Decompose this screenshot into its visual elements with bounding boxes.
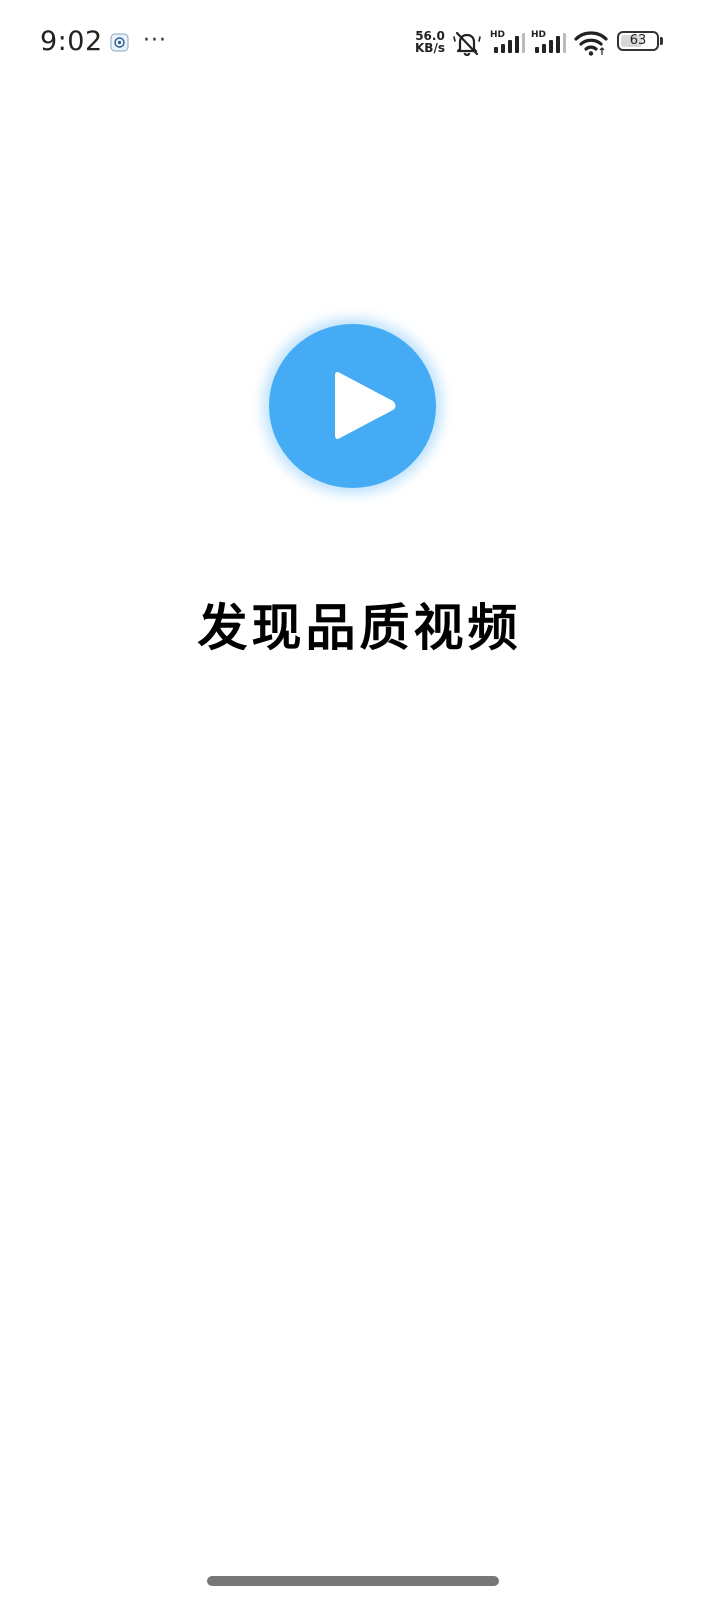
more-notifications-icon: ··· — [143, 28, 167, 53]
cell-signal-2: HD — [531, 30, 566, 54]
wifi-icon — [574, 31, 608, 56]
cell-signal-1: HD — [490, 30, 525, 54]
battery-percent: 63 — [629, 33, 647, 48]
network-speed-unit: KB/s — [415, 41, 445, 55]
splash-slogan: 发现品质视频 — [197, 598, 522, 657]
app-notification-icon — [110, 33, 129, 52]
battery-icon: 63 — [617, 31, 665, 53]
bell-muted-icon — [453, 31, 481, 57]
home-indicator[interactable] — [207, 1576, 499, 1586]
play-icon — [335, 372, 396, 439]
cell-signal-icon — [535, 33, 566, 53]
network-speed: 56.0 KB/s — [410, 30, 450, 54]
status-bar: 9:02 ··· 56.0 KB/s HD HD 63 — [0, 0, 719, 84]
app-logo — [269, 324, 436, 488]
battery-cap — [660, 37, 663, 45]
cell-signal-icon — [494, 33, 525, 53]
status-time: 9:02 — [40, 26, 103, 57]
